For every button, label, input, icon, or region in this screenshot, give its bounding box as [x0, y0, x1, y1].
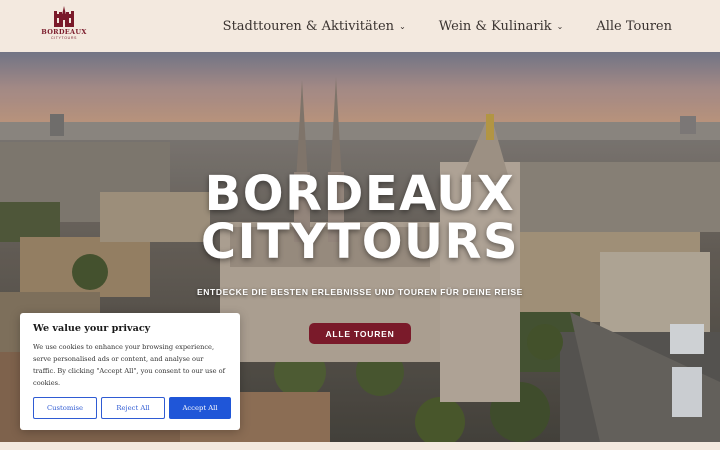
logo-name: BORDEAUX: [41, 28, 87, 36]
site-logo[interactable]: BORDEAUX CITYTOURS: [40, 6, 88, 46]
cookie-buttons: Customise Reject All Accept All: [33, 397, 231, 419]
nav-label: Alle Touren: [596, 18, 672, 34]
all-tours-button[interactable]: ALLE TOUREN: [309, 323, 411, 344]
hero-subtitle: ENTDECKE DIE BESTEN ERLEBNISSE UND TOURE…: [197, 287, 523, 297]
site-header: BORDEAUX CITYTOURS Stadttouren & Aktivit…: [0, 0, 720, 52]
nav-item-alle-touren[interactable]: Alle Touren: [596, 19, 672, 34]
chevron-down-icon: ⌄: [556, 21, 564, 31]
nav-label: Wein & Kulinarik: [438, 18, 552, 34]
reject-all-button[interactable]: Reject All: [101, 397, 165, 419]
customise-button[interactable]: Customise: [33, 397, 97, 419]
hero-title-line2: CITYTOURS: [200, 214, 520, 270]
page-bottom-strip: [0, 442, 720, 450]
chevron-down-icon: ⌄: [399, 21, 406, 31]
cookie-title: We value your privacy: [33, 323, 151, 334]
cookie-consent-banner: We value your privacy We use cookies to …: [20, 313, 240, 430]
hero-title-line1: BORDEAUX: [204, 166, 516, 222]
nav-item-stadttouren[interactable]: Stadttouren & Aktivitäten ⌄: [223, 19, 406, 34]
cookie-text: We use cookies to enhance your browsing …: [33, 343, 226, 387]
nav-label: Stadttouren & Aktivitäten: [222, 18, 395, 34]
logo-tagline: CITYTOURS: [50, 36, 78, 40]
main-nav: Stadttouren & Aktivitäten ⌄ Wein & Kulin…: [223, 0, 672, 52]
castle-logo-icon: [54, 6, 74, 27]
nav-item-wein-kulinarik[interactable]: Wein & Kulinarik ⌄: [439, 19, 564, 34]
accept-all-button[interactable]: Accept All: [169, 397, 231, 419]
